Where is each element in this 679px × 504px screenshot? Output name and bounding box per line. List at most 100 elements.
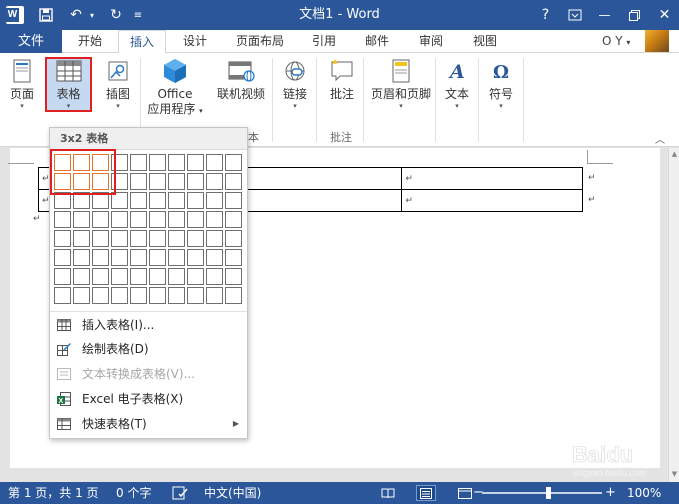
web-layout-icon[interactable] (455, 485, 475, 501)
table-grid-cell[interactable] (130, 268, 147, 285)
table-grid-cell[interactable] (149, 268, 166, 285)
illustration-button[interactable]: 插图 ▾ (102, 57, 134, 111)
table-grid-cell[interactable] (206, 211, 223, 228)
table-grid-cell[interactable] (225, 173, 242, 190)
table-grid-cell[interactable] (92, 230, 109, 247)
table-grid-cell[interactable] (54, 249, 71, 266)
table-grid-cell[interactable] (130, 249, 147, 266)
redo-icon[interactable]: ↻ (106, 5, 126, 25)
table-grid-cell[interactable] (168, 268, 185, 285)
link-button[interactable]: 链接 ▾ (280, 57, 310, 111)
zoom-slider[interactable] (482, 492, 602, 494)
table-grid-cell[interactable] (206, 249, 223, 266)
excel-spreadsheet-menu-item[interactable]: X Excel 电子表格(X) (50, 386, 247, 411)
table-grid-cell[interactable] (92, 211, 109, 228)
table-cell[interactable]: ↵ (401, 167, 583, 190)
table-grid-cell[interactable] (168, 154, 185, 171)
word-logo-icon[interactable]: W (6, 6, 24, 24)
zoom-in-button[interactable]: + (605, 482, 616, 504)
table-grid-cell[interactable] (73, 211, 90, 228)
table-grid-cell[interactable] (225, 154, 242, 171)
word-count[interactable]: 0 个字 (116, 482, 151, 504)
table-grid-cell[interactable] (130, 154, 147, 171)
zoom-level[interactable]: 100% (627, 482, 661, 504)
table-grid-cell[interactable] (130, 287, 147, 304)
minimize-button[interactable]: — (590, 0, 619, 30)
table-grid-cell[interactable] (206, 154, 223, 171)
table-grid-cell[interactable] (111, 230, 128, 247)
table-grid-cell[interactable] (206, 173, 223, 190)
tab-file[interactable]: 文件 (0, 30, 62, 53)
symbol-button[interactable]: Ω 符号 ▾ (485, 57, 517, 111)
close-button[interactable]: ✕ (650, 0, 679, 30)
text-button[interactable]: A 文本 ▾ (441, 57, 473, 111)
table-grid-cell[interactable] (54, 230, 71, 247)
table-grid-cell[interactable] (92, 287, 109, 304)
help-button[interactable]: ? (531, 0, 560, 30)
tab-mailings[interactable]: 邮件 (358, 30, 396, 53)
table-cell[interactable]: ↵ (401, 189, 583, 212)
table-grid-cell[interactable] (149, 211, 166, 228)
table-grid-cell[interactable] (149, 249, 166, 266)
undo-dropdown-icon[interactable]: ▾ (86, 5, 98, 25)
table-grid-cell[interactable] (168, 249, 185, 266)
table-grid-cell[interactable] (149, 287, 166, 304)
table-button[interactable]: 表格 ▾ (47, 57, 90, 111)
collapse-ribbon-icon[interactable]: ︿ (655, 131, 665, 146)
ribbon-display-options-icon[interactable] (560, 0, 589, 30)
table-grid-cell[interactable] (168, 173, 185, 190)
table-grid-cell[interactable] (54, 268, 71, 285)
text-to-table-menu-item[interactable]: 文本转换成表格(V)... (50, 361, 247, 386)
tab-view[interactable]: 视图 (466, 30, 504, 53)
language-indicator[interactable]: 中文(中国) (204, 482, 261, 504)
page-button[interactable]: 页面 ▾ (5, 57, 39, 111)
proofing-icon[interactable] (172, 485, 188, 501)
table-grid-cell[interactable] (225, 249, 242, 266)
table-grid-cell[interactable] (111, 211, 128, 228)
table-grid-cell[interactable] (130, 192, 147, 209)
print-layout-icon[interactable] (416, 485, 436, 501)
table-grid-cell[interactable] (149, 192, 166, 209)
tab-review[interactable]: 审阅 (412, 30, 450, 53)
undo-icon[interactable]: ↶ (66, 5, 86, 25)
quick-table-menu-item[interactable]: 快速表格(T) ▶ (50, 411, 247, 436)
tab-insert[interactable]: 插入 (118, 30, 166, 53)
table-grid-cell[interactable] (187, 192, 204, 209)
draw-table-menu-item[interactable]: 绘制表格(D) (50, 336, 247, 361)
user-account-name[interactable]: O Y ▾ (602, 30, 630, 53)
comment-button[interactable]: 批注 (325, 57, 359, 102)
tab-design[interactable]: 设计 (174, 30, 216, 53)
table-grid-cell[interactable] (73, 230, 90, 247)
tab-references[interactable]: 引用 (306, 30, 342, 53)
table-grid-cell[interactable] (206, 268, 223, 285)
table-grid-cell[interactable] (111, 249, 128, 266)
scroll-down-icon[interactable]: ▼ (670, 470, 679, 479)
zoom-slider-thumb[interactable] (546, 487, 551, 499)
online-video-button[interactable]: 联机视频 (214, 57, 268, 102)
save-icon[interactable] (36, 5, 56, 25)
tab-page-layout[interactable]: 页面布局 (230, 30, 290, 53)
table-grid-cell[interactable] (111, 287, 128, 304)
tab-home[interactable]: 开始 (70, 30, 110, 53)
table-grid-cell[interactable] (54, 287, 71, 304)
table-grid-cell[interactable] (225, 192, 242, 209)
customize-qat-icon[interactable]: ≡ (131, 5, 145, 25)
table-grid-cell[interactable] (92, 268, 109, 285)
scroll-up-icon[interactable]: ▲ (670, 150, 679, 159)
table-grid-cell[interactable] (206, 192, 223, 209)
table-grid-cell[interactable] (225, 287, 242, 304)
table-grid-cell[interactable] (92, 249, 109, 266)
insert-table-menu-item[interactable]: 插入表格(I)... (50, 312, 247, 337)
vertical-scrollbar[interactable]: ▲ ▼ (668, 148, 679, 482)
office-apps-button[interactable]: Office 应用程序 ▾ (144, 57, 206, 119)
avatar[interactable] (645, 30, 669, 52)
table-grid-cell[interactable] (54, 211, 71, 228)
header-footer-button[interactable]: 页眉和页脚 ▾ (368, 57, 434, 111)
table-grid-cell[interactable] (187, 154, 204, 171)
read-mode-icon[interactable] (378, 485, 398, 501)
table-grid-cell[interactable] (73, 249, 90, 266)
table-grid-cell[interactable] (130, 173, 147, 190)
table-grid-cell[interactable] (225, 268, 242, 285)
table-grid-cell[interactable] (187, 249, 204, 266)
table-grid-cell[interactable] (206, 287, 223, 304)
